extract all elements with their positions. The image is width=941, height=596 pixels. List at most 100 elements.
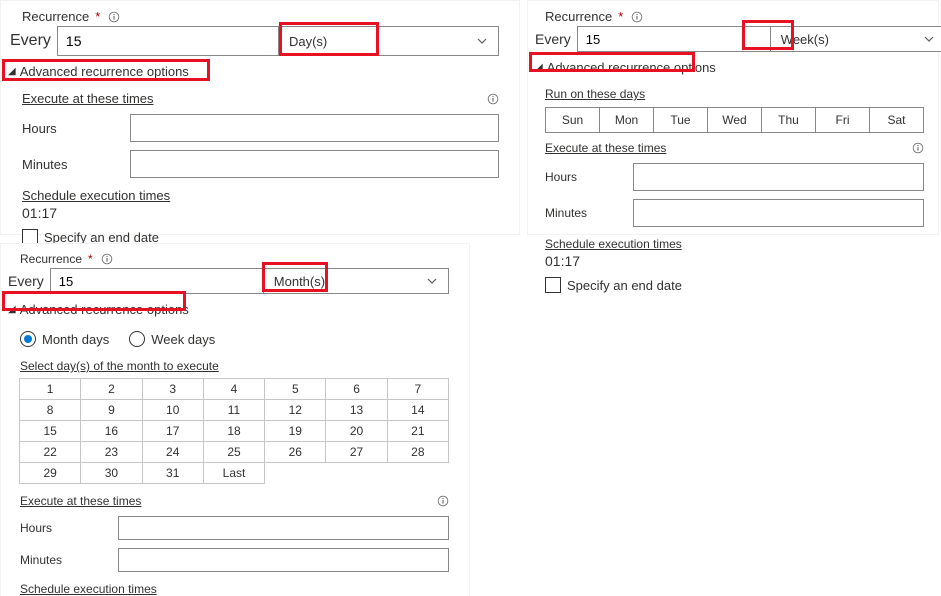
month-day-cell[interactable]: 7 [387, 378, 449, 400]
minutes-label: Minutes [20, 553, 110, 567]
month-day-cell[interactable]: 14 [387, 399, 449, 421]
minutes-label: Minutes [545, 206, 625, 220]
chevron-down-icon [476, 35, 488, 47]
minutes-input[interactable] [130, 150, 499, 178]
hours-input[interactable] [118, 516, 449, 540]
dow-mon[interactable]: Mon [599, 107, 654, 133]
hours-label: Hours [22, 121, 122, 136]
info-icon[interactable] [108, 11, 120, 23]
every-label: Every [535, 31, 577, 47]
minutes-input[interactable] [118, 548, 449, 572]
month-day-cell[interactable]: 11 [203, 399, 265, 421]
advanced-toggle-label: Advanced recurrence options [547, 60, 716, 75]
schedule-time: 01:17 [545, 253, 924, 269]
month-day-cell[interactable]: 17 [142, 420, 204, 442]
unit-select[interactable]: Month(s) [264, 268, 449, 294]
chevron-down-icon [426, 275, 438, 287]
schedule-header: Schedule execution times [22, 188, 499, 203]
recurrence-label-row: Recurrence * [20, 252, 449, 266]
info-icon[interactable] [101, 253, 113, 265]
month-day-cell[interactable]: 3 [142, 378, 204, 400]
month-day-cell[interactable]: 4 [203, 378, 265, 400]
month-day-cell[interactable]: 12 [264, 399, 326, 421]
every-label: Every [8, 273, 50, 289]
month-day-cell[interactable]: 31 [142, 462, 204, 484]
every-label: Every [10, 32, 57, 50]
month-day-cell[interactable]: 24 [142, 441, 204, 463]
advanced-toggle[interactable]: ◢ Advanced recurrence options [533, 58, 718, 77]
dow-fri[interactable]: Fri [815, 107, 870, 133]
required-asterisk: * [95, 9, 100, 24]
specify-end-label: Specify an end date [567, 278, 682, 293]
dow-sat[interactable]: Sat [869, 107, 924, 133]
required-asterisk: * [618, 9, 623, 24]
recurrence-label-row: Recurrence * [22, 9, 499, 24]
month-day-cell[interactable]: 21 [387, 420, 449, 442]
month-day-cell[interactable]: 23 [80, 441, 142, 463]
hours-input[interactable] [130, 114, 499, 142]
info-icon[interactable] [631, 11, 643, 23]
month-day-cell[interactable]: 26 [264, 441, 326, 463]
month-day-cell[interactable]: 15 [19, 420, 81, 442]
hours-label: Hours [545, 170, 625, 184]
month-day-cell[interactable]: 28 [387, 441, 449, 463]
dow-tue[interactable]: Tue [653, 107, 708, 133]
dow-wed[interactable]: Wed [707, 107, 762, 133]
hours-input[interactable] [633, 163, 924, 191]
month-day-grid: 1234567891011121314151617181920212223242… [20, 379, 449, 484]
advanced-toggle-label: Advanced recurrence options [20, 64, 189, 79]
month-day-cell[interactable]: Last [203, 462, 265, 484]
info-icon[interactable] [912, 142, 924, 154]
interval-input[interactable] [50, 268, 264, 294]
month-day-cell[interactable]: 19 [264, 420, 326, 442]
month-day-cell[interactable]: 8 [19, 399, 81, 421]
schedule-header: Schedule execution times [20, 582, 449, 596]
advanced-toggle-label: Advanced recurrence options [20, 302, 189, 317]
required-asterisk: * [88, 252, 93, 266]
month-day-cell[interactable]: 10 [142, 399, 204, 421]
month-day-cell[interactable]: 27 [325, 441, 387, 463]
execute-times-header: Execute at these times [22, 91, 499, 106]
run-days-header: Run on these days [545, 87, 924, 101]
recurrence-label: Recurrence [545, 9, 612, 24]
minutes-input[interactable] [633, 199, 924, 227]
advanced-toggle[interactable]: ◢ Advanced recurrence options [6, 62, 191, 81]
month-day-cell[interactable]: 9 [80, 399, 142, 421]
interval-input[interactable] [577, 26, 771, 52]
month-day-cell[interactable]: 16 [80, 420, 142, 442]
dow-sun[interactable]: Sun [545, 107, 600, 133]
unit-value: Month(s) [274, 274, 325, 289]
interval-input[interactable] [57, 26, 279, 56]
recurrence-panel-days: Recurrence * Every Day(s) ◢ Advanced rec… [0, 0, 520, 235]
month-day-cell[interactable]: 22 [19, 441, 81, 463]
month-day-cell[interactable]: 20 [325, 420, 387, 442]
month-day-cell[interactable]: 25 [203, 441, 265, 463]
recurrence-label: Recurrence [22, 9, 89, 24]
month-day-cell[interactable]: 13 [325, 399, 387, 421]
month-day-cell[interactable]: 30 [80, 462, 142, 484]
unit-select[interactable]: Day(s) [279, 26, 499, 56]
specify-end-checkbox[interactable] [545, 277, 561, 293]
unit-select[interactable]: Week(s) [771, 26, 941, 52]
schedule-time: 01:17 [22, 205, 499, 221]
recurrence-panel-months: Recurrence * Every Month(s) ◢ Advanced r… [0, 243, 470, 596]
month-day-cell[interactable]: 29 [19, 462, 81, 484]
unit-value: Week(s) [781, 32, 829, 47]
unit-value: Day(s) [289, 34, 327, 49]
collapse-icon: ◢ [8, 66, 16, 77]
radio-week-days[interactable]: Week days [129, 331, 215, 347]
advanced-toggle[interactable]: ◢ Advanced recurrence options [6, 300, 191, 319]
month-day-cell[interactable]: 18 [203, 420, 265, 442]
radio-month-days[interactable]: Month days [20, 331, 109, 347]
dow-thu[interactable]: Thu [761, 107, 816, 133]
info-icon[interactable] [487, 93, 499, 105]
month-day-cell[interactable]: 2 [80, 378, 142, 400]
info-icon[interactable] [437, 495, 449, 507]
chevron-down-icon [923, 33, 935, 45]
recurrence-panel-weeks: Recurrence * Every Week(s) ◢ Advanced re… [527, 0, 939, 235]
month-mode-radio-group: Month days Week days [20, 331, 449, 347]
month-day-cell[interactable]: 6 [325, 378, 387, 400]
month-day-cell[interactable]: 5 [264, 378, 326, 400]
month-day-cell[interactable]: 1 [19, 378, 81, 400]
collapse-icon: ◢ [8, 304, 16, 315]
